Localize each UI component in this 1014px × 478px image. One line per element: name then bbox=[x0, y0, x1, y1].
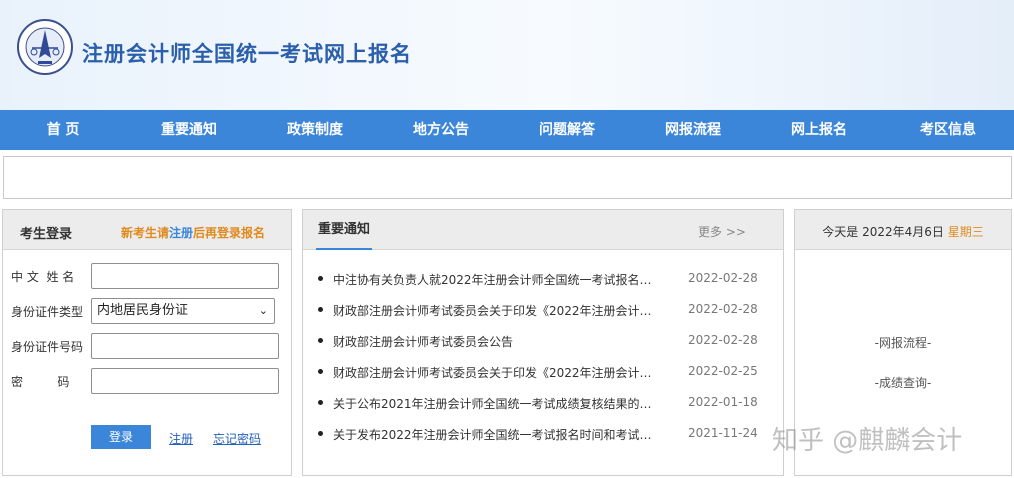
news-item-title[interactable]: 财政部注册会计师考试委员会关于印发《2022年注册会计师全国统一考试大纲》的通知 bbox=[333, 364, 661, 381]
register-tip-suffix: 后再登录报名 bbox=[193, 226, 266, 240]
name-label: 中 文 姓 名 bbox=[11, 270, 75, 284]
chevron-down-icon: ⌄ bbox=[258, 304, 268, 317]
today-weekday: 星期三 bbox=[947, 225, 984, 239]
register-tip-prefix: 新考生请 bbox=[121, 226, 170, 240]
score-query-link[interactable]: -成绩查询- bbox=[795, 374, 1011, 391]
bullet-icon bbox=[318, 400, 323, 405]
news-item-title[interactable]: 财政部注册会计师考试委员会公告 bbox=[333, 333, 661, 350]
news-item-date: 2022-02-28 bbox=[688, 333, 758, 347]
register-tip-link[interactable]: 注册 bbox=[169, 226, 193, 240]
news-item[interactable]: 财政部注册会计师考试委员会关于印发《2022年注册会计师全国统一考试报名简章》的… bbox=[303, 300, 783, 320]
bullet-icon bbox=[318, 369, 323, 374]
news-item-title[interactable]: 中注协有关负责人就2022年注册会计师全国统一考试报名相关问题答记者问 bbox=[333, 271, 661, 288]
bullet-icon bbox=[318, 276, 323, 281]
news-item-title[interactable]: 财政部注册会计师考试委员会关于印发《2022年注册会计师全国统一考试报名简章》的… bbox=[333, 302, 661, 319]
news-item-date: 2022-02-28 bbox=[688, 302, 758, 316]
nav-policy[interactable]: 政策制度 bbox=[252, 110, 378, 150]
nav-important-notice[interactable]: 重要通知 bbox=[126, 110, 252, 150]
site-title: 注册会计师全国统一考试网上报名 bbox=[82, 42, 412, 66]
name-input[interactable] bbox=[91, 263, 279, 289]
id-type-row: 身份证件类型 内地居民身份证 ⌄ bbox=[3, 298, 293, 324]
login-title: 考生登录 bbox=[20, 227, 73, 242]
news-item[interactable]: 财政部注册会计师考试委员会公告 2022-02-28 bbox=[303, 331, 783, 351]
news-item-date: 2022-02-25 bbox=[688, 364, 758, 378]
password-input[interactable] bbox=[91, 368, 279, 394]
id-type-label: 身份证件类型 bbox=[11, 305, 84, 319]
today-date: 今天是 2022年4月6日 星期三 bbox=[795, 223, 1011, 240]
registration-process-link[interactable]: -网报流程- bbox=[795, 334, 1011, 351]
login-panel: 考生登录 新考生请注册后再登录报名 中 文 姓 名 身份证件类型 内地居民身份证… bbox=[2, 209, 292, 476]
news-item-title[interactable]: 关于公布2021年注册会计师全国统一考试成绩复核结果的公告 bbox=[333, 395, 661, 412]
id-number-row: 身份证件号码 bbox=[3, 333, 293, 359]
id-type-value: 内地居民身份证 bbox=[97, 303, 189, 318]
nav-registration-process[interactable]: 网报流程 bbox=[630, 110, 756, 150]
bullet-icon bbox=[318, 338, 323, 343]
banner-area bbox=[3, 156, 1012, 199]
news-title[interactable]: 重要通知 bbox=[316, 210, 373, 250]
news-item[interactable]: 中注协有关负责人就2022年注册会计师全国统一考试报名相关问题答记者问 2022… bbox=[303, 269, 783, 289]
news-item-title[interactable]: 关于发布2022年注册会计师全国统一考试报名时间和考试时间的公告 bbox=[333, 426, 661, 443]
name-row: 中 文 姓 名 bbox=[3, 263, 293, 289]
nav-exam-area-info[interactable]: 考区信息 bbox=[882, 110, 1014, 150]
watermark: 知乎 @麒麟会计 bbox=[772, 426, 963, 456]
today-date-text: 今天是 2022年4月6日 bbox=[822, 225, 944, 239]
news-item-date: 2022-02-28 bbox=[688, 271, 758, 285]
bullet-icon bbox=[318, 431, 323, 436]
id-number-input[interactable] bbox=[91, 333, 279, 359]
main-nav: 首 页 重要通知 政策制度 地方公告 问题解答 网报流程 网上报名 考区信息 bbox=[0, 110, 1014, 150]
nav-local-announcement[interactable]: 地方公告 bbox=[378, 110, 504, 150]
nav-online-registration[interactable]: 网上报名 bbox=[756, 110, 882, 150]
nav-home[interactable]: 首 页 bbox=[0, 110, 126, 150]
password-row: 密 码 bbox=[3, 368, 293, 394]
news-item[interactable]: 关于公布2021年注册会计师全国统一考试成绩复核结果的公告 2022-01-18 bbox=[303, 393, 783, 413]
info-panel-header: 今天是 2022年4月6日 星期三 bbox=[795, 210, 1011, 250]
news-panel: 重要通知 更多 >> 中注协有关负责人就2022年注册会计师全国统一考试报名相关… bbox=[302, 209, 784, 476]
id-number-label: 身份证件号码 bbox=[11, 340, 84, 354]
login-panel-header: 考生登录 新考生请注册后再登录报名 bbox=[3, 210, 291, 250]
forgot-password-link[interactable]: 忘记密码 bbox=[213, 430, 261, 447]
register-tip: 新考生请注册后再登录报名 bbox=[121, 224, 265, 241]
cicpa-emblem-icon bbox=[17, 19, 73, 75]
password-label: 密 码 bbox=[11, 375, 70, 389]
bullet-icon bbox=[318, 307, 323, 312]
login-button[interactable]: 登录 bbox=[91, 425, 151, 449]
nav-faq[interactable]: 问题解答 bbox=[504, 110, 630, 150]
site-header: 注册会计师全国统一考试网上报名 bbox=[0, 0, 1014, 110]
id-type-select[interactable]: 内地居民身份证 ⌄ bbox=[91, 298, 275, 324]
news-item-date: 2022-01-18 bbox=[688, 395, 758, 409]
more-link[interactable]: 更多 >> bbox=[698, 223, 746, 240]
news-item-date: 2021-11-24 bbox=[688, 426, 758, 440]
register-link[interactable]: 注册 bbox=[169, 430, 193, 447]
news-item[interactable]: 关于发布2022年注册会计师全国统一考试报名时间和考试时间的公告 2021-11… bbox=[303, 424, 783, 444]
news-panel-header: 重要通知 更多 >> bbox=[303, 210, 783, 250]
news-item[interactable]: 财政部注册会计师考试委员会关于印发《2022年注册会计师全国统一考试大纲》的通知… bbox=[303, 362, 783, 382]
